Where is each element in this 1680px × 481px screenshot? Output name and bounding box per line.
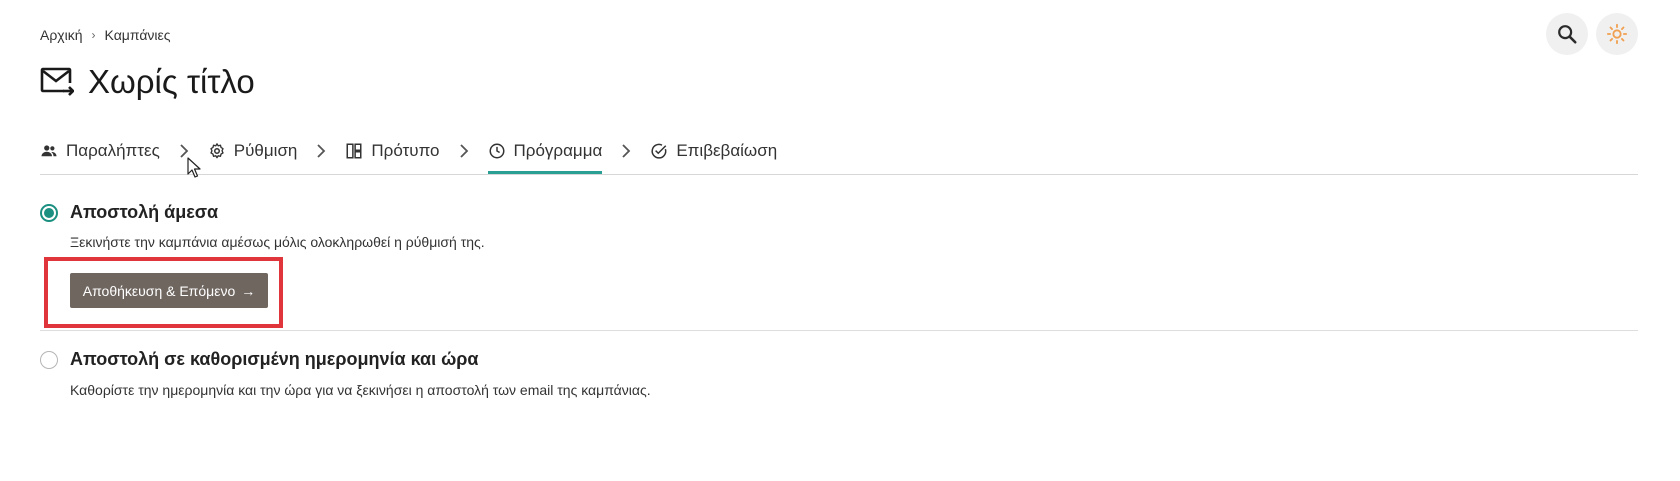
option-description: Ξεκινήστε την καμπάνια αμέσως μόλις ολοκ…: [70, 234, 485, 250]
breadcrumb-separator: ›: [91, 28, 96, 42]
mouse-cursor-icon: [187, 157, 201, 178]
check-circle-icon: [651, 143, 667, 159]
stepper: Παραλήπτες Ρύθμιση Πρότυπο Πρόγραμμα Επι…: [40, 137, 1638, 175]
page-header: Χωρίς τίτλο: [40, 63, 255, 101]
option-title: Αποστολή άμεσα: [70, 202, 219, 222]
save-next-label: Αποθήκευση & Επόμενο: [82, 282, 236, 299]
chevron-right-icon: [315, 137, 327, 165]
divider: [40, 330, 1638, 331]
breadcrumb: Αρχική › Καμπάνιες: [40, 27, 171, 43]
search-button[interactable]: [1546, 13, 1588, 55]
clock-icon: [489, 143, 505, 159]
breadcrumb-home-link[interactable]: Αρχική: [40, 27, 83, 43]
chevron-right-icon: [458, 137, 470, 165]
option-send-immediately[interactable]: Αποστολή άμεσα: [40, 202, 218, 223]
option-send-scheduled[interactable]: Αποστολή σε καθορισμένη ημερομηνία και ώ…: [40, 349, 478, 370]
step-confirmation[interactable]: Επιβεβαίωση: [650, 137, 777, 165]
option-title: Αποστολή σε καθορισμένη ημερομηνία και ώ…: [70, 349, 479, 369]
step-label: Επιβεβαίωση: [676, 141, 778, 160]
step-setup[interactable]: Ρύθμιση: [208, 137, 298, 165]
gear-icon: [210, 143, 224, 159]
radio-send-scheduled[interactable]: [40, 350, 58, 369]
sun-icon: [1606, 23, 1628, 45]
arrow-right-icon: →: [241, 282, 256, 299]
chevron-right-icon: [620, 137, 632, 165]
template-icon: [346, 143, 362, 159]
step-label: Παραλήπτες: [66, 141, 160, 160]
search-icon: [1558, 25, 1577, 44]
mail-send-icon: [40, 67, 74, 96]
save-next-button[interactable]: Αποθήκευση & Επόμενο →: [70, 273, 268, 308]
breadcrumb-campaigns-link[interactable]: Καμπάνιες: [105, 27, 171, 43]
step-label: Πρόγραμμα: [513, 141, 603, 160]
step-template[interactable]: Πρότυπο: [345, 137, 440, 165]
users-icon: [41, 145, 57, 157]
radio-send-immediately[interactable]: [40, 203, 58, 222]
step-schedule[interactable]: Πρόγραμμα: [487, 137, 603, 174]
step-label: Πρότυπο: [371, 141, 440, 160]
step-recipients[interactable]: Παραλήπτες: [40, 137, 160, 165]
theme-toggle-button[interactable]: [1596, 13, 1638, 55]
step-label: Ρύθμιση: [233, 141, 298, 160]
top-actions: [1546, 13, 1638, 55]
page-title: Χωρίς τίτλο: [88, 63, 255, 100]
option-description: Καθορίστε την ημερομηνία και την ώρα για…: [70, 382, 651, 398]
